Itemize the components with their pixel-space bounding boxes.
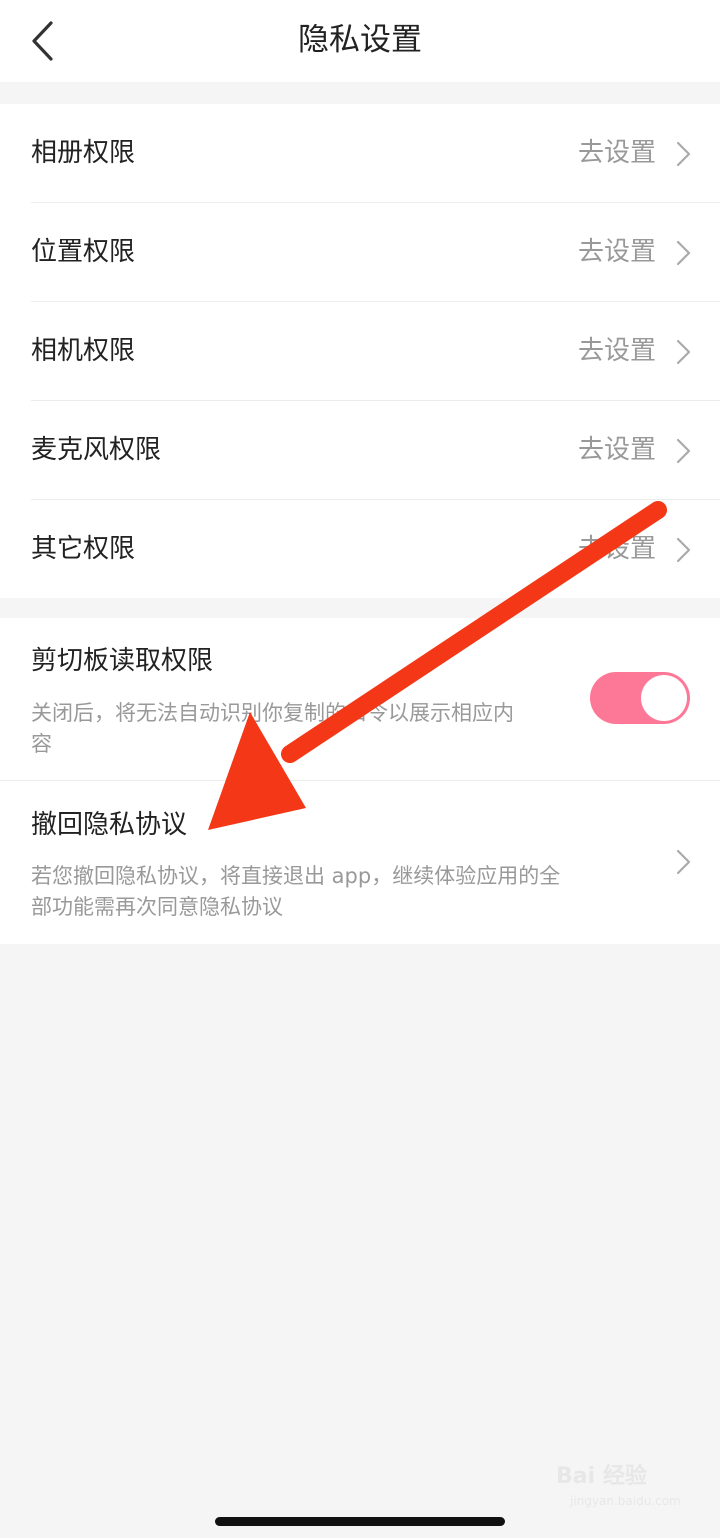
revoke-privacy-desc-line1: 若您撤回隐私协议，将直接退出 app，继续体验应用的全 [31,864,561,888]
chevron-right-icon [676,849,691,875]
watermark-sub: jingyan.baidu.com [570,1494,681,1508]
revoke-privacy-desc-line2: 部功能需再次同意隐私协议 [31,895,283,919]
permission-row-location[interactable]: 位置权限 去设置 [0,203,720,302]
permission-row-camera[interactable]: 相机权限 去设置 [0,302,720,401]
revoke-privacy-row[interactable]: 撤回隐私协议 若您撤回隐私协议，将直接退出 app，继续体验应用的全 部功能需再… [0,781,720,944]
permissions-list: 相册权限 去设置 位置权限 去设置 相机权限 去设置 麦克风权限 去设置 其它权… [0,104,720,598]
permission-row-other[interactable]: 其它权限 去设置 [0,500,720,599]
home-indicator[interactable] [215,1517,505,1526]
go-settings-link[interactable]: 去设置 [578,203,656,302]
chevron-right-icon [676,240,691,266]
chevron-right-icon [676,438,691,464]
clipboard-permission-title: 剪切板读取权限 [31,646,214,676]
baidu-jingyan-watermark: Bai 经验 jingyan.baidu.com [556,1458,686,1520]
go-settings-link[interactable]: 去设置 [578,500,656,599]
permission-label: 相机权限 [31,336,136,366]
go-settings-link[interactable]: 去设置 [578,401,656,500]
permission-row-album[interactable]: 相册权限 去设置 [0,104,720,203]
toggle-knob [641,675,687,721]
revoke-privacy-title: 撤回隐私协议 [31,810,188,840]
chevron-right-icon [676,537,691,563]
permission-row-microphone[interactable]: 麦克风权限 去设置 [0,401,720,500]
clipboard-permission-desc-line2: 容 [31,732,52,756]
chevron-right-icon [676,339,691,365]
clipboard-permission-desc-line1: 关闭后，将无法自动识别你复制的口令以展示相应内 [31,701,514,725]
clipboard-permission-toggle[interactable] [590,672,690,724]
page-title: 隐私设置 [298,22,422,58]
go-settings-link[interactable]: 去设置 [578,104,656,203]
chevron-right-icon [676,141,691,167]
permission-label: 其它权限 [31,534,136,564]
go-settings-link[interactable]: 去设置 [578,302,656,401]
permission-label: 相册权限 [31,138,136,168]
permission-label: 位置权限 [31,237,136,267]
watermark-main: Bai 经验 [556,1464,647,1489]
permission-label: 麦克风权限 [31,435,162,465]
navigation-bar: 隐私设置 [0,0,720,82]
